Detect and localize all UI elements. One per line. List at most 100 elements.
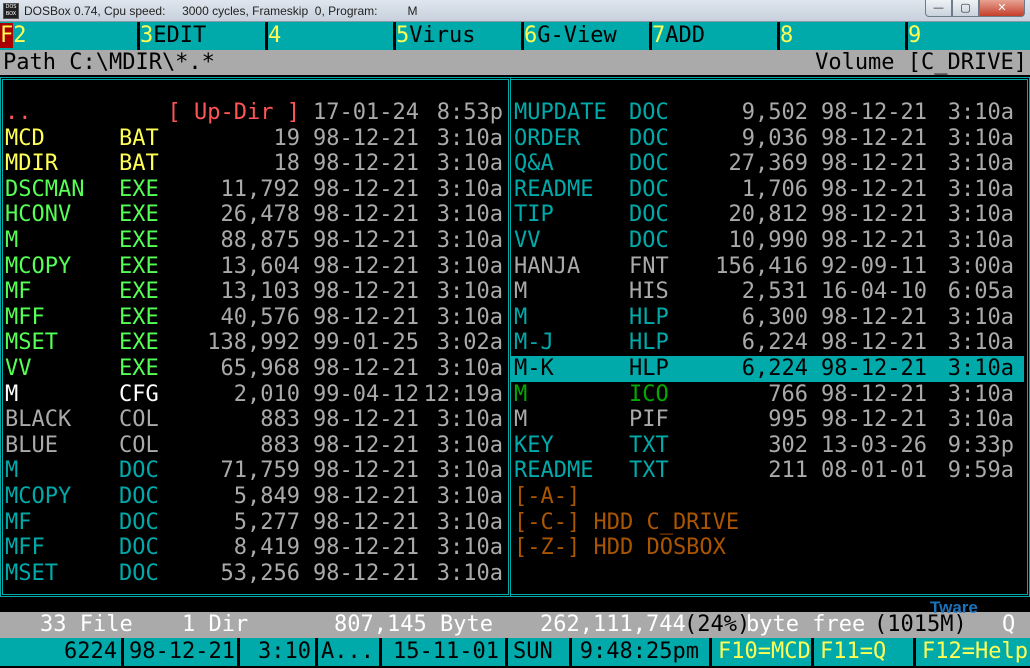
file-date: 98-12-21	[821, 407, 927, 433]
minimize-button[interactable]: —	[925, 0, 952, 17]
file-name: M	[5, 228, 19, 253]
file-size: 20,812	[728, 202, 808, 228]
file-size: 5,849	[233, 484, 300, 509]
file-name: TIP	[514, 202, 554, 228]
dosbox-app-icon: DOS BOX	[3, 3, 19, 19]
left-file-panel[interactable]: .. [ Up-Dir ] 17-01-24 8:53p MCD BAT 19 98-12-2…	[0, 77, 511, 597]
fkey-6-gview[interactable]: 6G-View	[524, 22, 652, 50]
file-row[interactable]: MUPDATE DOC 9,502 98-12-21 3:10a	[511, 100, 1024, 126]
file-row[interactable]: ORDER DOC 9,036 98-12-21 3:10a	[511, 126, 1024, 152]
file-row[interactable]: MCOPY EXE 13,604 98-12-21 3:10a	[3, 254, 508, 280]
file-size: 8,419	[233, 535, 300, 561]
file-row[interactable]: M EXE 88,875 98-12-21 3:10a	[3, 228, 508, 254]
file-ext: BAT	[119, 125, 159, 151]
file-time: 3:10a	[436, 202, 503, 228]
fkey-8[interactable]: 8	[780, 22, 908, 50]
file-row[interactable]: MFF DOC 8,419 98-12-21 3:10a	[3, 535, 508, 561]
file-row[interactable]: [-Z-] HDD DOSBOX	[511, 535, 1024, 561]
current-path: Path C:\MDIR\*.*	[3, 50, 215, 75]
file-time: 3:10a	[436, 432, 503, 458]
file-date: 98-12-21	[313, 176, 419, 202]
file-time: 3:10a	[947, 330, 1014, 356]
fkey-5-number: 5	[396, 23, 410, 48]
file-row[interactable]: DSCMAN EXE 11,792 98-12-21 3:10a	[3, 177, 508, 203]
file-row[interactable]: HCONV EXE 26,478 98-12-21 3:10a	[3, 202, 508, 228]
file-size: 9,502	[741, 100, 808, 125]
file-row[interactable]: MF EXE 13,103 98-12-21 3:10a	[3, 279, 508, 305]
file-size: 211	[768, 458, 808, 484]
file-name: VV	[5, 356, 32, 381]
file-row[interactable]: M ICO 766 98-12-21 3:10a	[511, 382, 1024, 408]
fkey-3-edit[interactable]: 3EDIT	[140, 22, 268, 50]
fkey-9[interactable]: 9	[908, 22, 1030, 50]
file-row[interactable]: .. [ Up-Dir ] 17-01-24 8:53p	[3, 100, 508, 126]
file-name: MSET	[5, 330, 58, 356]
file-row[interactable]: MF DOC 5,277 98-12-21 3:10a	[3, 510, 508, 536]
file-row[interactable]: M PIF 995 98-12-21 3:10a	[511, 407, 1024, 433]
file-row[interactable]: M-J HLP 6,224 98-12-21 3:10a	[511, 330, 1024, 356]
f12-help[interactable]: F12=Help	[916, 638, 1030, 666]
file-ext: EXE	[119, 202, 159, 228]
file-date: 98-12-21	[313, 279, 419, 305]
file-row[interactable]: M HIS 2,531 16-04-10 6:05a	[511, 279, 1024, 305]
file-row[interactable]: VV EXE 65,968 98-12-21 3:10a	[3, 356, 508, 382]
file-row[interactable]: MFF EXE 40,576 98-12-21 3:10a	[3, 305, 508, 331]
bottom-status-area: 33 File 1 Dir 807,145 Byte 262,111,744 (…	[0, 598, 1030, 668]
file-row[interactable]: HANJA FNT 156,416 92-09-11 3:00a	[511, 254, 1024, 280]
right-file-panel[interactable]: MUPDATE DOC 9,502 98-12-21 3:10a ORDER DOC 9,03…	[511, 77, 1030, 597]
file-row[interactable]: BLACK COL 883 98-12-21 3:10a	[3, 407, 508, 433]
file-row[interactable]: MCD BAT 19 98-12-21 3:10a	[3, 126, 508, 152]
file-size: 6,224	[741, 330, 808, 356]
file-row-selected[interactable]: M-K HLP 6,224 98-12-21 3:10a	[511, 356, 1024, 382]
file-date: 98-12-21	[821, 176, 927, 202]
file-date: 98-12-21	[821, 356, 927, 381]
file-row[interactable]: MSET DOC 53,256 98-12-21 3:10a	[3, 561, 508, 587]
file-row[interactable]: M DOC 71,759 98-12-21 3:10a	[3, 458, 508, 484]
file-row[interactable]: README TXT 211 08-01-01 9:59a	[511, 458, 1024, 484]
file-row[interactable]: MCOPY DOC 5,849 98-12-21 3:10a	[3, 484, 508, 510]
file-row[interactable]: Q&A DOC 27,369 98-12-21 3:10a	[511, 151, 1024, 177]
file-time: 3:10a	[436, 407, 503, 433]
file-row[interactable]: KEY TXT 302 13-03-26 9:33p	[511, 433, 1024, 459]
file-row[interactable]: BLUE COL 883 98-12-21 3:10a	[3, 433, 508, 459]
file-row[interactable]: MDIR BAT 18 98-12-21 3:10a	[3, 151, 508, 177]
file-size: 19	[273, 125, 301, 151]
file-time: 3:10a	[947, 100, 1014, 125]
fkey-4[interactable]: 4	[268, 22, 396, 50]
file-name: ORDER	[514, 125, 581, 151]
dos-screen: F2 3EDIT 4 5Virus 6G-View 7ADD 8 9 Path …	[0, 22, 1030, 668]
fkey-7-add[interactable]: 7ADD	[652, 22, 780, 50]
file-name: [-A-]	[514, 484, 581, 509]
file-date: 08-01-01	[821, 458, 927, 484]
window-titlebar[interactable]: DOS BOX DOSBox 0.74, Cpu speed: 3000 cyc…	[0, 0, 1030, 22]
maximize-button[interactable]: ▢	[952, 0, 979, 17]
file-name: MUPDATE	[514, 100, 607, 125]
fkey-5-virus[interactable]: 5Virus	[396, 22, 524, 50]
file-row[interactable]: VV DOC 10,990 98-12-21 3:10a	[511, 228, 1024, 254]
file-row[interactable]: M HLP 6,300 98-12-21 3:10a	[511, 305, 1024, 331]
fkey-3-number: 3	[140, 23, 154, 48]
status-line: 6224 98-12-21 3:10 A... 15-11-01 SUN 9:4…	[0, 638, 1030, 666]
file-size: 2,010	[233, 381, 300, 407]
file-row[interactable]: README DOC 1,706 98-12-21 3:10a	[511, 177, 1024, 203]
close-button[interactable]: ✕	[979, 0, 1025, 17]
file-row[interactable]: [-A-]	[511, 484, 1024, 510]
file-row[interactable]: M CFG 2,010 99-04-12 12:19a	[3, 382, 508, 408]
file-name: BLUE	[5, 432, 58, 458]
status-size: 6224	[0, 638, 124, 666]
file-time: 3:10a	[436, 253, 503, 279]
file-date: 98-12-21	[821, 151, 927, 177]
file-date: 98-12-21	[313, 560, 419, 586]
info-tail: Q	[1002, 612, 1016, 637]
f11-q[interactable]: F11=Q	[814, 638, 916, 666]
file-row[interactable]: [-C-] HDD C_DRIVE	[511, 510, 1024, 536]
path-bar: Path C:\MDIR\*.* Volume [C_DRIVE]	[0, 50, 1030, 75]
file-date: 98-12-21	[821, 381, 927, 407]
file-ext: EXE	[119, 176, 159, 202]
file-date: 98-12-21	[313, 151, 419, 177]
fkey-2[interactable]: F2	[0, 22, 140, 50]
file-size: 156,416	[715, 253, 808, 279]
file-row[interactable]: MSET EXE 138,992 99-01-25 3:02a	[3, 330, 508, 356]
f10-mcd[interactable]: F10=MCD	[712, 638, 814, 666]
file-row[interactable]: TIP DOC 20,812 98-12-21 3:10a	[511, 202, 1024, 228]
